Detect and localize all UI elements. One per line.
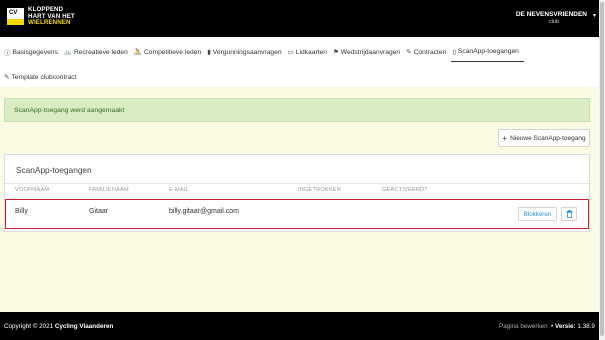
edit-page-link[interactable]: Pagina bewerken — [499, 323, 548, 330]
cell-familienaam: Gitaar — [89, 208, 109, 215]
tab-label: Basisgegevens — [12, 48, 58, 56]
cell-voornaam: Billy — [15, 208, 28, 215]
logo-line-3: WIELRENNEN — [28, 19, 71, 26]
tab-label: Vergunningsaanvragen — [212, 48, 282, 56]
logo-mark-text: CV — [9, 10, 18, 17]
flag-icon: ⚑ — [332, 49, 339, 56]
block-button[interactable]: Blokkeren — [518, 207, 557, 221]
trash-icon — [566, 210, 572, 218]
version-info: • Versie: 1.38.9 — [551, 323, 595, 330]
nav-row-1: ⓘ Basisgegevens 🚲 Recreatieve leden 🚴 Competi… — [3, 42, 524, 62]
success-alert: ScanApp-toegang werd aangemaakt — [4, 98, 590, 122]
copyright-text: Copyright © 2021 — [4, 323, 54, 330]
contract-icon: ✎ — [406, 49, 412, 56]
delete-button[interactable] — [561, 207, 577, 221]
scrollbar-thumb[interactable] — [600, 2, 604, 336]
tab-recreatieve-leden[interactable]: 🚲 Recreatieve leden — [63, 42, 133, 62]
footer: Copyright © 2021 Cycling Vlaanderen Pagi… — [0, 312, 605, 340]
version-number: 1.38.9 — [577, 323, 595, 330]
tab-label: Template clubcontract — [11, 73, 77, 81]
column-header-geactiveerd: Geactiveerd? — [382, 187, 428, 193]
club-name: DE NEVENSVRIENDEN — [515, 11, 587, 18]
scanapp-access-card: ScanApp-toegangen Voornaam Familienaam E… — [4, 154, 590, 232]
tab-vergunningsaanvragen[interactable]: ▮ Vergunningsaanvragen — [206, 42, 286, 62]
tab-label: Lidkaarten — [295, 48, 327, 56]
club-nav: ⓘ Basisgegevens 🚲 Recreatieve leden 🚴 Competi… — [0, 37, 605, 87]
new-scanapp-access-button[interactable]: + Nieuwe ScanApp-toegang — [498, 129, 590, 147]
tab-basisgegevens[interactable]: ⓘ Basisgegevens — [3, 42, 63, 62]
tab-wedstrijdaanvragen[interactable]: ⚑ Wedstrijdaanvragen — [332, 42, 405, 62]
tab-label: Wedstrijdaanvragen — [340, 48, 401, 56]
tab-scanapp-toegangen[interactable]: ▯ ScanApp-toegangen — [451, 42, 524, 62]
nav-row-2: ✎ Template clubcontract — [3, 67, 82, 87]
block-button-label: Blokkeren — [523, 210, 552, 218]
tab-label: Contracten — [413, 48, 447, 56]
tab-lidkaarten[interactable]: ▭ Lidkaarten — [287, 42, 332, 62]
club-selector[interactable]: DE NEVENSVRIENDEN club ▾ — [515, 11, 596, 25]
tab-label: Competitieve leden — [143, 48, 202, 56]
version-label: Versie: — [554, 323, 576, 330]
new-scanapp-access-label: Nieuwe ScanApp-toegang — [510, 134, 586, 142]
logo-mark: CV — [7, 8, 24, 26]
column-header-ingetrokken: Ingetrokken — [298, 187, 341, 193]
contract-icon: ✎ — [4, 74, 10, 81]
info-icon: ⓘ — [4, 50, 11, 57]
plus-icon: + — [502, 133, 508, 143]
phone-icon: ▯ — [452, 48, 456, 56]
tab-competitieve-leden[interactable]: 🚴 Competitieve leden — [133, 42, 206, 62]
logo-text: KLOPPEND HART VAN HET WIELRENNEN — [28, 6, 75, 27]
tab-label: Recreatieve leden — [73, 48, 128, 56]
table-row: Billy Gitaar billy.gitaar@gmail.com Blok… — [5, 199, 589, 229]
chevron-down-icon: ▾ — [592, 13, 596, 19]
footer-copyright: Copyright © 2021 Cycling Vlaanderen — [4, 323, 113, 330]
alert-message: ScanApp-toegang werd aangemaakt — [14, 107, 125, 114]
club-label: club — [548, 19, 559, 25]
card-title: ScanApp-toegangen — [16, 165, 92, 175]
book-icon: ▮ — [207, 49, 211, 56]
column-header-voornaam: Voornaam — [15, 187, 50, 193]
org-name: Cycling Vlaanderen — [54, 323, 114, 330]
cycling-vlaanderen-logo[interactable]: CV KLOPPEND HART VAN HET WIELRENNEN — [7, 6, 75, 27]
page-scrollbar[interactable] — [599, 0, 605, 340]
column-header-familienaam: Familienaam — [89, 187, 129, 193]
column-header-email: E-mail — [169, 187, 189, 193]
tab-contracten[interactable]: ✎ Contracten — [405, 42, 451, 62]
id-card-icon: ▭ — [287, 49, 294, 56]
bicycle-icon: 🚴 — [133, 49, 142, 56]
top-bar: CV KLOPPEND HART VAN HET WIELRENNEN DE N… — [0, 0, 605, 37]
bicycle-icon: 🚲 — [63, 49, 72, 56]
tab-label: ScanApp-toegangen — [457, 48, 519, 55]
tab-template-clubcontract[interactable]: ✎ Template clubcontract — [3, 67, 82, 87]
cell-email: billy.gitaar@gmail.com — [169, 208, 239, 215]
